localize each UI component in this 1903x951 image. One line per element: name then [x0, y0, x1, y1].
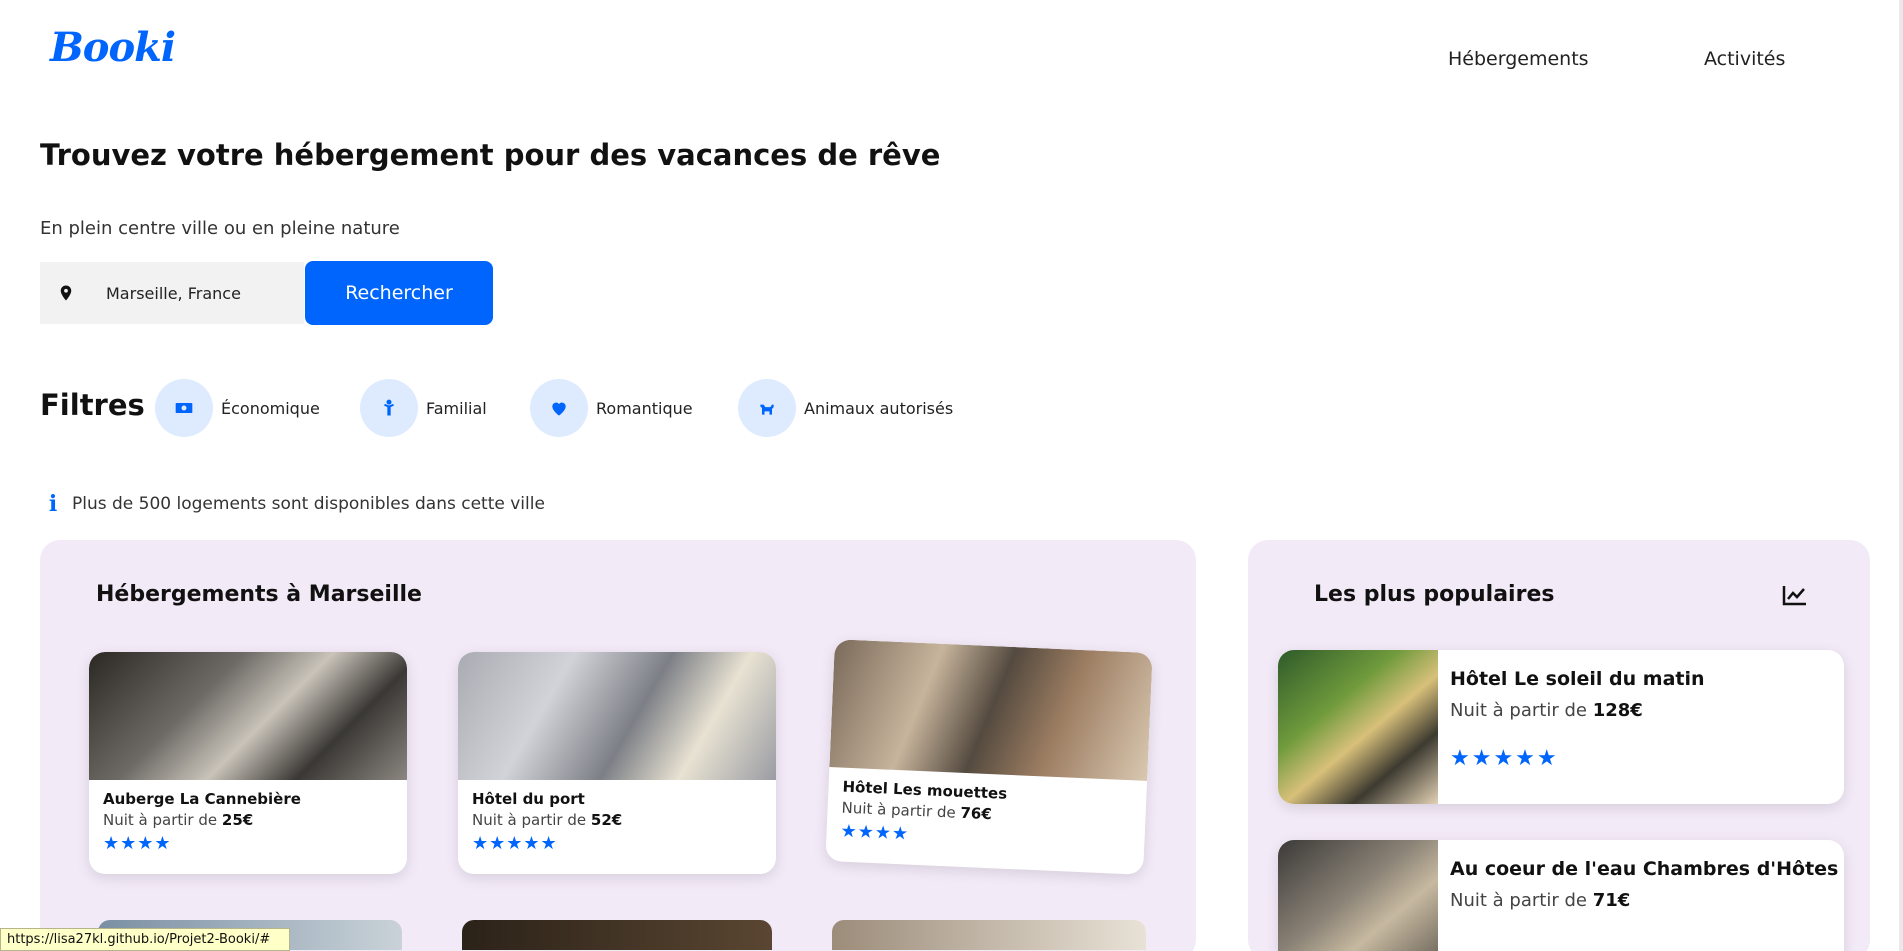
- accommodation-photo: [458, 652, 776, 780]
- accommodations-title: Hébergements à Marseille: [96, 582, 422, 607]
- popular-card[interactable]: Au coeur de l'eau Chambres d'Hôtes Nuit …: [1278, 840, 1844, 951]
- popular-panel: Les plus populaires Hôtel Le soleil du m…: [1248, 540, 1870, 951]
- search-box: [40, 262, 304, 324]
- page-title: Trouvez votre hébergement pour des vacan…: [40, 138, 941, 172]
- dog-icon: [738, 379, 796, 437]
- filter-label: Économique: [221, 398, 320, 418]
- popular-name: Au coeur de l'eau Chambres d'Hôtes: [1450, 858, 1839, 880]
- filters-title: Filtres: [40, 388, 145, 422]
- filter-familial[interactable]: Familial: [360, 378, 487, 438]
- nav-link-activites[interactable]: Activités: [1704, 48, 1785, 70]
- accommodation-card-partial[interactable]: [462, 920, 772, 950]
- popular-card[interactable]: Hôtel Le soleil du matin Nuit à partir d…: [1278, 650, 1844, 804]
- heart-icon: [530, 379, 588, 437]
- info-text: Plus de 500 logements sont disponibles d…: [72, 494, 545, 514]
- popular-price: Nuit à partir de 71€: [1450, 890, 1631, 911]
- child-icon: [360, 379, 418, 437]
- popular-price: Nuit à partir de 128€: [1450, 700, 1643, 721]
- accommodation-name: Auberge La Cannebière: [103, 790, 301, 808]
- page-subtitle: En plein centre ville ou en pleine natur…: [40, 218, 400, 239]
- star-rating-icon: ★★★★★: [1450, 746, 1559, 771]
- site-header: Booki Hébergements Activités: [0, 0, 1903, 110]
- info-icon: i: [48, 491, 58, 517]
- star-rating-icon: ★★★★★: [472, 833, 558, 854]
- accommodation-card[interactable]: Auberge La Cannebière Nuit à partir de 2…: [89, 652, 407, 874]
- filter-label: Animaux autorisés: [804, 398, 954, 418]
- search-button[interactable]: Rechercher: [305, 261, 493, 325]
- nav-link-hebergements[interactable]: Hébergements: [1448, 48, 1589, 70]
- popular-photo: [1278, 650, 1438, 804]
- info-banner: i Plus de 500 logements sont disponibles…: [46, 491, 545, 517]
- accommodation-price: Nuit à partir de 52€: [472, 811, 623, 829]
- popular-name: Hôtel Le soleil du matin: [1450, 668, 1705, 690]
- filter-economique[interactable]: Économique: [155, 378, 320, 438]
- accommodation-name: Hôtel du port: [472, 790, 585, 808]
- window-edge: [1899, 0, 1903, 951]
- accommodations-panel: Hébergements à Marseille Auberge La Cann…: [40, 540, 1196, 951]
- accommodation-card-partial[interactable]: [832, 920, 1146, 950]
- star-rating-icon: ★★★★: [103, 833, 172, 854]
- accommodation-photo: [89, 652, 407, 780]
- accommodation-price: Nuit à partir de 25€: [103, 811, 254, 829]
- trend-chart-icon: [1782, 586, 1806, 606]
- search-input[interactable]: [106, 262, 296, 324]
- filter-romantique[interactable]: Romantique: [530, 378, 693, 438]
- accommodation-card[interactable]: Hôtel Les mouettes Nuit à partir de 76€ …: [825, 639, 1153, 875]
- accommodation-card[interactable]: Hôtel du port Nuit à partir de 52€ ★★★★★: [458, 652, 776, 874]
- booki-logo[interactable]: Booki: [50, 24, 176, 71]
- accommodation-photo: [829, 639, 1153, 781]
- filter-animaux[interactable]: Animaux autorisés: [738, 378, 953, 438]
- filter-label: Familial: [426, 398, 487, 418]
- popular-title: Les plus populaires: [1314, 582, 1555, 607]
- filter-label: Romantique: [596, 398, 693, 418]
- browser-status-url: https://lisa27kl.github.io/Projet2-Booki…: [0, 928, 290, 951]
- location-pin-icon: [40, 262, 92, 324]
- popular-photo: [1278, 840, 1438, 951]
- money-icon: [155, 379, 213, 437]
